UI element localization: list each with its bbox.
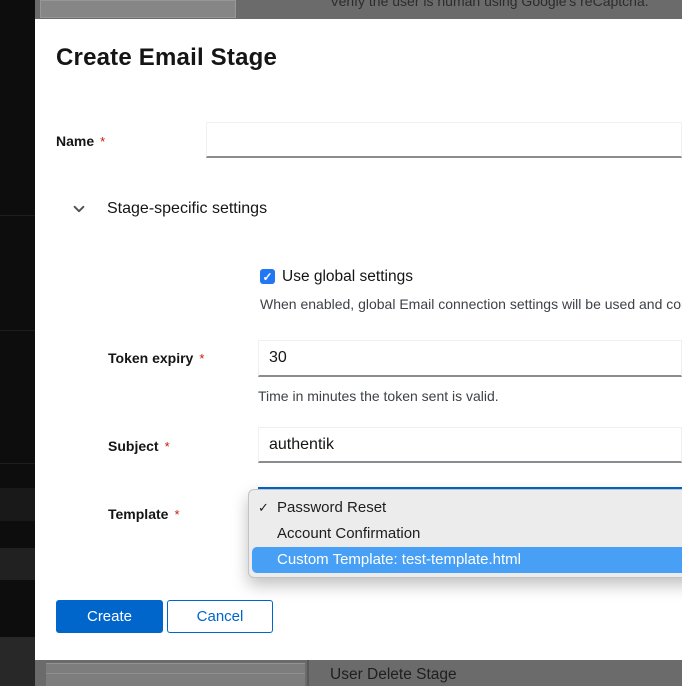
template-dropdown-menu: ✓ Password Reset Account Confirmation Cu… bbox=[248, 489, 682, 578]
menu-item-account-confirmation[interactable]: Account Confirmation bbox=[249, 521, 682, 547]
check-icon: ✓ bbox=[262, 271, 272, 283]
sidebar-divider bbox=[0, 463, 35, 464]
sidebar-divider bbox=[0, 215, 35, 216]
use-global-settings-help: When enabled, global Email connection se… bbox=[260, 296, 682, 312]
name-input[interactable] bbox=[206, 122, 682, 158]
required-asterisk: * bbox=[199, 351, 204, 366]
background-recaptcha-text: Verify the user is human using Google's … bbox=[330, 0, 649, 9]
template-label-row: Template * bbox=[108, 506, 180, 524]
backdrop-bottom: User Delete Stage bbox=[35, 660, 682, 686]
sidebar-divider bbox=[0, 330, 35, 331]
chevron-down-icon bbox=[72, 202, 86, 216]
sidebar-item bbox=[0, 637, 35, 686]
subject-label-row: Subject * bbox=[108, 438, 170, 456]
sidebar-item bbox=[0, 488, 35, 521]
required-asterisk: * bbox=[165, 439, 170, 454]
menu-item-label: Custom Template: test-template.html bbox=[277, 551, 521, 568]
cancel-button[interactable]: Cancel bbox=[167, 600, 273, 633]
menu-item-label: Password Reset bbox=[277, 499, 386, 516]
background-column-divider bbox=[307, 660, 309, 686]
background-stage-name-text: User Delete Stage bbox=[330, 666, 457, 684]
menu-item-password-reset[interactable]: ✓ Password Reset bbox=[249, 495, 682, 521]
subject-label: Subject bbox=[108, 438, 159, 454]
token-expiry-help: Time in minutes the token sent is valid. bbox=[258, 388, 499, 404]
required-asterisk: * bbox=[174, 507, 179, 522]
token-expiry-input[interactable] bbox=[258, 340, 682, 377]
backdrop-top: Verify the user is human using Google's … bbox=[35, 0, 682, 19]
required-asterisk: * bbox=[100, 134, 105, 149]
name-label-row: Name * bbox=[56, 133, 105, 151]
subject-input[interactable] bbox=[258, 427, 682, 463]
menu-item-custom-template[interactable]: Custom Template: test-template.html bbox=[252, 547, 682, 573]
token-expiry-label: Token expiry bbox=[108, 350, 193, 366]
stage-settings-group-toggle[interactable]: Stage-specific settings bbox=[63, 197, 267, 221]
name-label: Name bbox=[56, 133, 94, 149]
selected-check-icon: ✓ bbox=[258, 495, 269, 521]
use-global-settings-checkbox[interactable]: ✓ bbox=[260, 269, 275, 284]
use-global-settings-label[interactable]: Use global settings bbox=[282, 268, 413, 286]
background-table-cell bbox=[40, 0, 236, 18]
template-label: Template bbox=[108, 506, 168, 522]
create-button[interactable]: Create bbox=[56, 600, 163, 633]
menu-item-label: Account Confirmation bbox=[277, 525, 420, 542]
group-title: Stage-specific settings bbox=[107, 200, 267, 218]
modal-title: Create Email Stage bbox=[56, 44, 277, 72]
background-table-cell bbox=[46, 663, 305, 686]
app-sidebar bbox=[0, 0, 35, 686]
create-email-stage-modal: Create Email Stage Name * Stage-specific … bbox=[35, 19, 682, 660]
sidebar-item bbox=[0, 548, 35, 580]
token-expiry-label-row: Token expiry * bbox=[108, 350, 204, 368]
